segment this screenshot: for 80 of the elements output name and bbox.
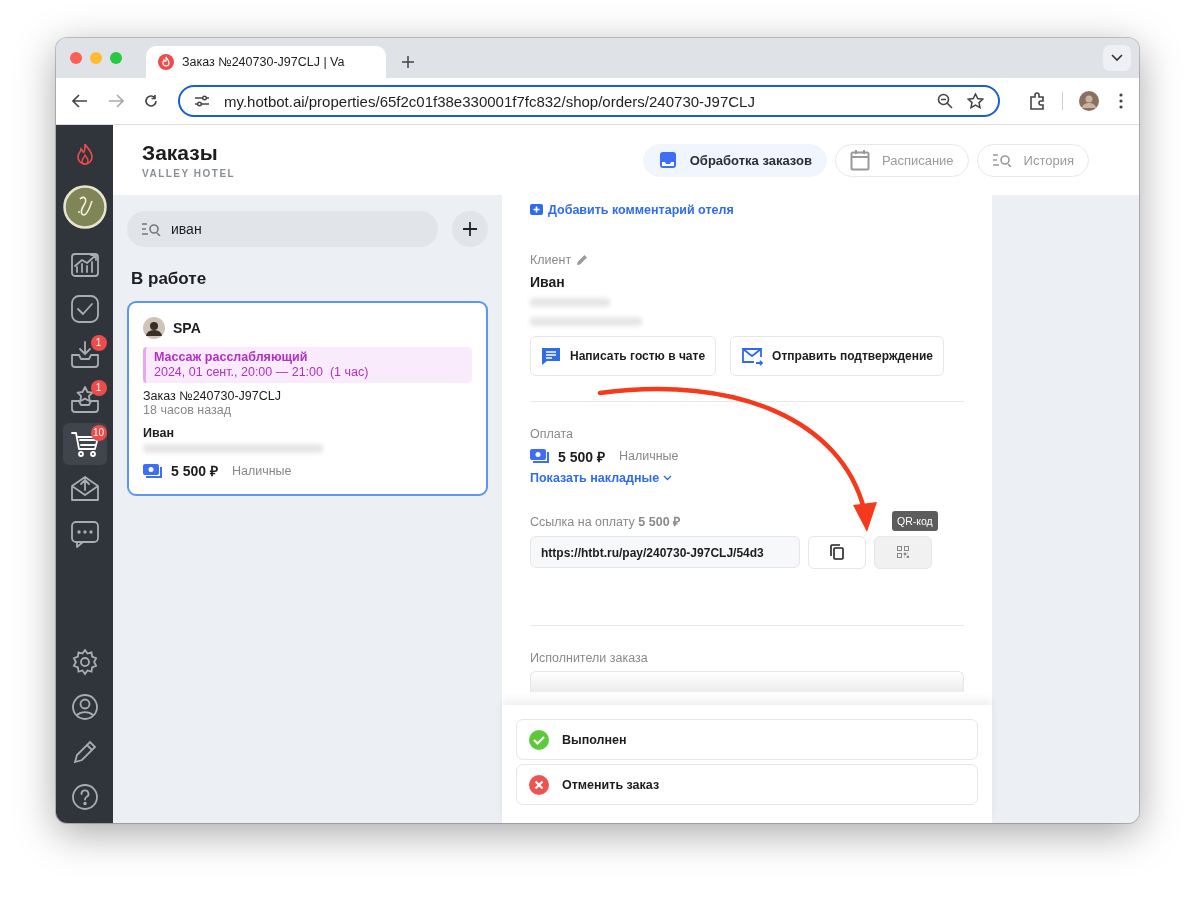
star-icon [69, 384, 100, 414]
client-name: Иван [530, 273, 566, 290]
check-icon [69, 294, 100, 324]
booking-block: Массаж расслабляющий 2024, 01 сент., 20:00 — 21:00 (1 час) [143, 347, 472, 383]
add-comment-link[interactable]: Добавить комментарий отеля [530, 203, 734, 217]
chat-icon [541, 345, 561, 366]
chat-button[interactable]: Написать гостю в чате [530, 335, 717, 376]
site-settings-icon[interactable] [194, 94, 210, 108]
tab-title: Заказ №240730-J97CLJ | Va [182, 55, 345, 69]
inbox-nav-item[interactable]: 1 [62, 333, 107, 375]
add-comment-icon [530, 203, 543, 217]
more-icon[interactable] [1119, 93, 1123, 109]
field-label: Клиент [530, 252, 572, 267]
hotel-name: VALLEY HOTEL [142, 168, 236, 179]
settings-icon[interactable] [70, 648, 99, 676]
flame-icon [158, 54, 174, 70]
inbox-icon [657, 150, 678, 170]
search-list-icon [141, 222, 161, 236]
help-icon[interactable] [70, 783, 99, 811]
plus-icon [462, 221, 478, 237]
calendar-icon [849, 149, 870, 171]
check-circle-icon [529, 729, 549, 750]
user-icon[interactable] [70, 693, 99, 721]
star-nav-item[interactable]: 1 [62, 378, 107, 420]
page-title: Заказы [142, 141, 219, 165]
field-label: Оплата [530, 426, 574, 441]
qr-code-icon [897, 546, 909, 558]
copy-button[interactable] [808, 535, 866, 569]
cancel-order-button[interactable]: Отменить заказ [516, 764, 978, 805]
guest-name: Иван [143, 426, 175, 440]
address-field[interactable]: my.hotbot.ai/properties/65f2c01f38e330001f7fc832/shop/orders/240730-J97CLJ [178, 85, 1000, 117]
hotel-logo-icon[interactable] [62, 185, 107, 229]
tooltip: QR-код [892, 510, 938, 531]
field-label: Исполнители заказа [530, 650, 649, 665]
count-badge: 10 [90, 425, 107, 441]
zoom-icon[interactable] [937, 93, 953, 109]
order-number: Заказ №240730-J97CLJ [143, 389, 282, 403]
mail-icon [741, 345, 764, 366]
cart-nav-item[interactable]: 10 [62, 423, 107, 465]
payment-link-field[interactable]: https://htbt.ru/pay/240730-J97CLJ/54d3 [530, 535, 800, 568]
qr-code-button[interactable] [874, 535, 932, 569]
chat-icon [69, 519, 100, 549]
copy-icon [830, 544, 844, 560]
cash-icon [143, 462, 163, 479]
search-list-icon [991, 153, 1012, 167]
staff-avatar [143, 317, 165, 339]
chevron-down-icon [1111, 54, 1123, 62]
edit-icon[interactable] [576, 253, 589, 266]
section-title: В работе [131, 269, 208, 289]
show-invoices-link[interactable]: Показать накладные [530, 470, 673, 485]
cancel-circle-icon [529, 774, 549, 795]
send-confirmation-button[interactable]: Отправить подтверждение [730, 335, 944, 376]
payment-amount: 5 500 ₽ [558, 447, 605, 466]
add-button[interactable] [452, 211, 488, 247]
flame-logo-icon[interactable] [75, 143, 94, 167]
browser-tab[interactable]: Заказ №240730-J97CLJ | Va [146, 46, 386, 78]
reload-icon[interactable] [144, 94, 158, 108]
cash-icon [530, 448, 550, 464]
bookmark-star-icon[interactable] [967, 93, 984, 109]
profile-avatar[interactable] [1079, 91, 1099, 111]
chevron-down-icon [663, 474, 673, 481]
mail-icon [69, 474, 100, 504]
payment-method: Наличные [618, 449, 679, 463]
extensions-icon[interactable] [1028, 92, 1046, 110]
order-amount: 5 500 ₽ [171, 462, 218, 480]
new-tab-icon[interactable] [402, 56, 414, 68]
back-icon[interactable] [72, 94, 88, 108]
order-card[interactable]: SPA Массаж расслабляющий 2024, 01 сент., 20:00 — 21:00 (1 час) Заказ №240730-J97CLJ 18 часов назад Иван 5 500 ₽ Наличные [127, 301, 488, 496]
executors-field[interactable] [530, 670, 964, 692]
search-field[interactable]: иван [127, 211, 438, 247]
inbox-icon [69, 339, 100, 369]
payment-link-label: Ссылка на оплату 5 500 ₽ [530, 513, 681, 530]
payment-method: Наличные [231, 463, 292, 478]
count-badge: 1 [90, 335, 107, 351]
count-badge: 1 [90, 380, 107, 396]
view-tab[interactable]: Обработка заказов [642, 143, 827, 177]
complete-button[interactable]: Выполнен [516, 719, 978, 760]
order-time: 18 часов назад [143, 403, 232, 417]
service-name: SPA [173, 320, 201, 336]
tab-menu-button[interactable] [1103, 45, 1131, 71]
